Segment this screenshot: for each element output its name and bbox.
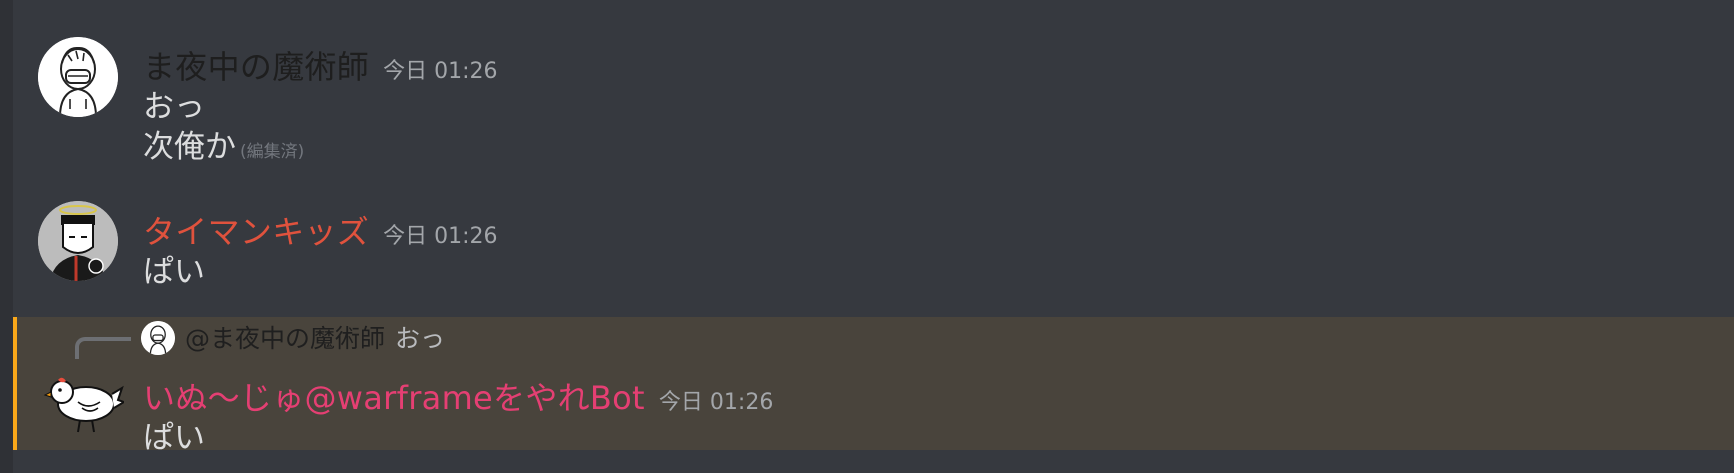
avatar[interactable] (38, 201, 118, 281)
mention-indicator-bar (13, 317, 17, 450)
reply-avatar[interactable] (141, 321, 175, 355)
edited-label: (編集済) (240, 142, 305, 162)
reply-content: おっ (395, 324, 446, 353)
avatar[interactable] (38, 372, 124, 438)
avatar[interactable] (38, 37, 118, 117)
chat-messages: ま夜中の魔術師 今日 01:26 おっ 次俺か (編集済) タイマンキッズ 今日 01… (13, 0, 1734, 473)
reply-spine (75, 337, 131, 359)
reply-preview[interactable]: @ま夜中の魔術師 おっ (185, 319, 445, 355)
timestamp: 今日 01:26 (383, 224, 498, 249)
left-rail (0, 0, 13, 473)
chicken-avatar-icon (43, 377, 124, 433)
timestamp: 今日 01:26 (383, 59, 498, 84)
message-text: ぱい (143, 420, 205, 456)
username[interactable]: いぬ〜じゅ@warframeをやれBot (143, 379, 645, 417)
reply-author[interactable]: @ま夜中の魔術師 (185, 324, 385, 353)
message-text-line: 次俺か (編集済) (143, 121, 304, 166)
message-text: ぱい (143, 254, 205, 290)
masked-person-avatar-icon (38, 37, 118, 117)
halo-character-avatar-icon (38, 201, 118, 281)
timestamp: 今日 01:26 (658, 390, 774, 415)
masked-person-avatar-icon (141, 321, 175, 355)
message-text: 次俺か (143, 129, 236, 165)
message-text: おっ (143, 89, 205, 125)
